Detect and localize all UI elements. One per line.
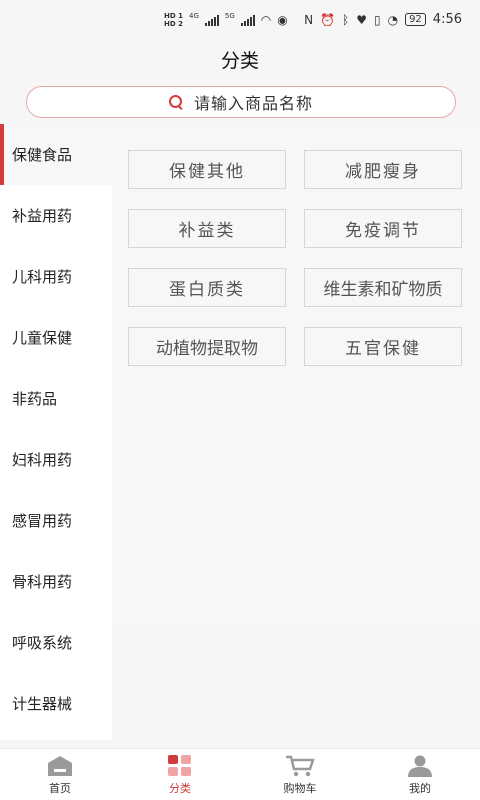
network-4g-label: 4G bbox=[188, 12, 199, 20]
location-pin-icon: ♥ bbox=[356, 12, 367, 27]
subcategory-vitamins-minerals[interactable]: 维生素和矿物质 bbox=[304, 268, 462, 307]
sidebar-item-label: 骨科用药 bbox=[12, 573, 73, 591]
sidebar-item-pediatric-medicine[interactable]: 儿科用药 bbox=[0, 246, 112, 307]
sidebar-item-child-health[interactable]: 儿童保健 bbox=[0, 307, 112, 368]
subcategory-tonic[interactable]: 补益类 bbox=[128, 209, 286, 248]
subcategory-immune[interactable]: 免疫调节 bbox=[304, 209, 462, 248]
status-right: N ⏰ ᛒ ♥ ▯ ◔ 92 4:56 bbox=[304, 12, 462, 27]
nav-cart-label: 购物车 bbox=[283, 782, 317, 795]
sidebar-item-orthopedic[interactable]: 骨科用药 bbox=[0, 551, 112, 612]
sidebar-item-gynecology[interactable]: 妇科用药 bbox=[0, 429, 112, 490]
status-bar: HD 1 HD 2 4G 5G ◠ ◉ N ⏰ ᛒ ♥ ▯ ◔ 92 4:56 bbox=[0, 0, 480, 44]
user-icon bbox=[408, 755, 432, 777]
subcategory-weight-loss[interactable]: 减肥瘦身 bbox=[304, 150, 462, 189]
hd2-label: HD 2 bbox=[164, 20, 183, 28]
nfc-icon: N bbox=[304, 12, 314, 27]
sidebar-item-health-food[interactable]: 保健食品 bbox=[0, 124, 112, 185]
sidebar-item-label: 计生器械 bbox=[12, 695, 73, 713]
category-sidebar: 保健食品 补益用药 儿科用药 儿童保健 非药品 妇科用药 感冒用药 骨科用药 呼… bbox=[0, 124, 112, 740]
sidebar-item-cold-medicine[interactable]: 感冒用药 bbox=[0, 490, 112, 551]
sidebar-item-label: 呼吸系统 bbox=[12, 634, 73, 652]
search-input[interactable]: 请输入商品名称 bbox=[26, 86, 456, 118]
sidebar-item-label: 妇科用药 bbox=[12, 451, 73, 469]
alarm-icon: ⏰ bbox=[320, 12, 335, 27]
location-icon: ◉ bbox=[277, 13, 288, 27]
subcategory-facial-features[interactable]: 五官保健 bbox=[304, 327, 462, 366]
subcategory-panel: 保健其他 减肥瘦身 补益类 免疫调节 蛋白质类 维生素和矿物质 动植物提取物 五… bbox=[112, 124, 480, 626]
nav-profile-label: 我的 bbox=[409, 782, 431, 795]
sim-indicator: HD 1 HD 2 bbox=[164, 12, 183, 28]
network-5g-label: 5G bbox=[224, 12, 235, 20]
signal-icon-2 bbox=[240, 14, 255, 26]
nav-profile[interactable]: 我的 bbox=[360, 749, 480, 800]
subcategory-grid: 保健其他 减肥瘦身 补益类 免疫调节 蛋白质类 维生素和矿物质 动植物提取物 五… bbox=[128, 150, 464, 366]
subcategory-plant-animal-extract[interactable]: 动植物提取物 bbox=[128, 327, 286, 366]
hd1-label: HD 1 bbox=[164, 12, 183, 20]
speed-icon: ◔ bbox=[387, 12, 399, 27]
bottom-nav: 首页 分类 购物车 我的 bbox=[0, 748, 480, 800]
nav-cart[interactable]: 购物车 bbox=[240, 749, 360, 800]
subcategory-health-other[interactable]: 保健其他 bbox=[128, 150, 286, 189]
page-title: 分类 bbox=[220, 50, 259, 72]
sidebar-item-label: 儿童保健 bbox=[12, 329, 73, 347]
sidebar-item-label: 保健食品 bbox=[12, 146, 73, 164]
sidebar-item-non-drug[interactable]: 非药品 bbox=[0, 368, 112, 429]
subcategory-protein[interactable]: 蛋白质类 bbox=[128, 268, 286, 307]
battery-icon: 92 bbox=[405, 13, 426, 26]
signal-icon bbox=[204, 14, 219, 26]
sidebar-item-label: 补益用药 bbox=[12, 207, 73, 225]
clock: 4:56 bbox=[432, 12, 462, 27]
vibrate-icon: ▯ bbox=[373, 12, 381, 27]
sidebar-item-family-planning[interactable]: 计生器械 bbox=[0, 673, 112, 734]
search-icon bbox=[168, 94, 184, 110]
sidebar-item-respiratory[interactable]: 呼吸系统 bbox=[0, 612, 112, 673]
nav-home[interactable]: 首页 bbox=[0, 749, 120, 800]
home-icon bbox=[48, 756, 72, 776]
bluetooth-icon: ᛒ bbox=[342, 12, 350, 27]
status-left: HD 1 HD 2 4G 5G ◠ ◉ bbox=[164, 12, 288, 28]
sidebar-item-label: 儿科用药 bbox=[12, 268, 73, 286]
category-grid-icon bbox=[168, 755, 191, 776]
nav-category-label: 分类 bbox=[169, 782, 191, 795]
cart-icon bbox=[286, 755, 315, 777]
nav-category[interactable]: 分类 bbox=[120, 749, 240, 800]
wifi-icon: ◠ bbox=[260, 13, 272, 27]
sidebar-item-label: 感冒用药 bbox=[12, 512, 73, 530]
sidebar-item-tonic-medicine[interactable]: 补益用药 bbox=[0, 185, 112, 246]
search-placeholder: 请输入商品名称 bbox=[193, 94, 313, 113]
sidebar-item-label: 非药品 bbox=[12, 390, 58, 408]
nav-home-label: 首页 bbox=[49, 782, 71, 795]
